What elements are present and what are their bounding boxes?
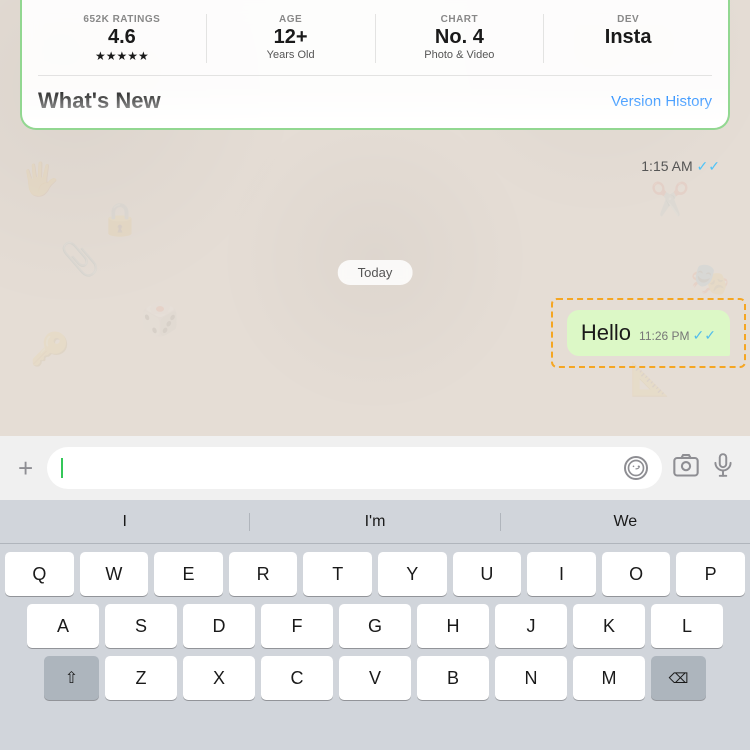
chart-sub: Photo & Video [384,49,536,61]
predictive-word-1[interactable]: I [0,513,250,531]
key-f[interactable]: F [261,604,333,648]
key-h[interactable]: H [417,604,489,648]
age-value: 12+ [215,25,367,49]
key-i[interactable]: I [527,552,596,596]
chart-value: No. 4 [384,25,536,49]
sticker-button[interactable] [624,456,648,480]
key-r[interactable]: R [229,552,298,596]
ratings-label: 652K RATINGS [46,14,198,25]
key-o[interactable]: O [602,552,671,596]
ratings-stat: 652K RATINGS 4.6 ★★★★★ [38,14,207,63]
predictive-bar: I I'm We [0,500,750,544]
message-checks: ✓✓ [693,327,716,344]
keyboard-rows: Q W E R T Y U I O P A S D F G H J K L ⇧ … [0,544,750,704]
keyboard: I I'm We Q W E R T Y U I O P A S D F G H… [0,500,750,750]
ratings-value: 4.6 [46,25,198,49]
age-label: AGE [215,14,367,25]
key-p[interactable]: P [676,552,745,596]
card-fade [22,88,728,128]
key-x[interactable]: X [183,656,255,700]
key-z[interactable]: Z [105,656,177,700]
key-v[interactable]: V [339,656,411,700]
key-row-1: Q W E R T Y U I O P [3,552,747,596]
key-g[interactable]: G [339,604,411,648]
shift-key[interactable]: ⇧ [44,656,99,700]
today-label: Today [338,260,413,285]
key-t[interactable]: T [303,552,372,596]
key-w[interactable]: W [80,552,149,596]
key-e[interactable]: E [154,552,223,596]
chart-stat: CHART No. 4 Photo & Video [376,14,545,63]
overlay-time: 1:15 AM [641,158,692,174]
chart-label: CHART [384,14,536,25]
message-text: Hello [581,320,631,346]
predictive-word-3[interactable]: We [501,513,750,531]
key-k[interactable]: K [573,604,645,648]
age-sub: Years Old [215,49,367,61]
key-q[interactable]: Q [5,552,74,596]
key-m[interactable]: M [573,656,645,700]
key-row-2: A S D F G H J K L [3,604,747,648]
input-area: + [0,436,750,500]
message-wrapper: Hello 11:26 PM ✓✓ [567,310,730,356]
key-s[interactable]: S [105,604,177,648]
ratings-stars: ★★★★★ [46,49,198,63]
key-b[interactable]: B [417,656,489,700]
camera-button[interactable] [672,451,700,485]
key-l[interactable]: L [651,604,723,648]
key-d[interactable]: D [183,604,255,648]
key-c[interactable]: C [261,656,333,700]
age-stat: AGE 12+ Years Old [207,14,376,63]
backspace-key[interactable]: ⌫ [651,656,706,700]
message-bubble: Hello 11:26 PM ✓✓ [567,310,730,356]
dev-label: DEV [552,14,704,25]
key-y[interactable]: Y [378,552,447,596]
dev-stat: DEV Insta [544,14,712,63]
key-u[interactable]: U [453,552,522,596]
app-store-card: 652K RATINGS 4.6 ★★★★★ AGE 12+ Years Old… [20,0,730,130]
app-store-stats: 652K RATINGS 4.6 ★★★★★ AGE 12+ Years Old… [38,14,712,76]
attach-button[interactable]: + [14,449,37,488]
dev-value: Insta [552,25,704,49]
key-j[interactable]: J [495,604,567,648]
key-n[interactable]: N [495,656,567,700]
key-a[interactable]: A [27,604,99,648]
predictive-word-2[interactable]: I'm [250,513,500,531]
time-overlay: 1:15 AM ✓✓ [641,158,720,175]
message-input-wrapper [47,447,662,489]
text-cursor [61,458,63,478]
mic-button[interactable] [710,452,736,484]
overlay-checks: ✓✓ [697,158,720,174]
message-meta: 11:26 PM ✓✓ [639,327,716,344]
message-time: 11:26 PM [639,329,689,343]
key-row-3: ⇧ Z X C V B N M ⌫ [3,656,747,700]
